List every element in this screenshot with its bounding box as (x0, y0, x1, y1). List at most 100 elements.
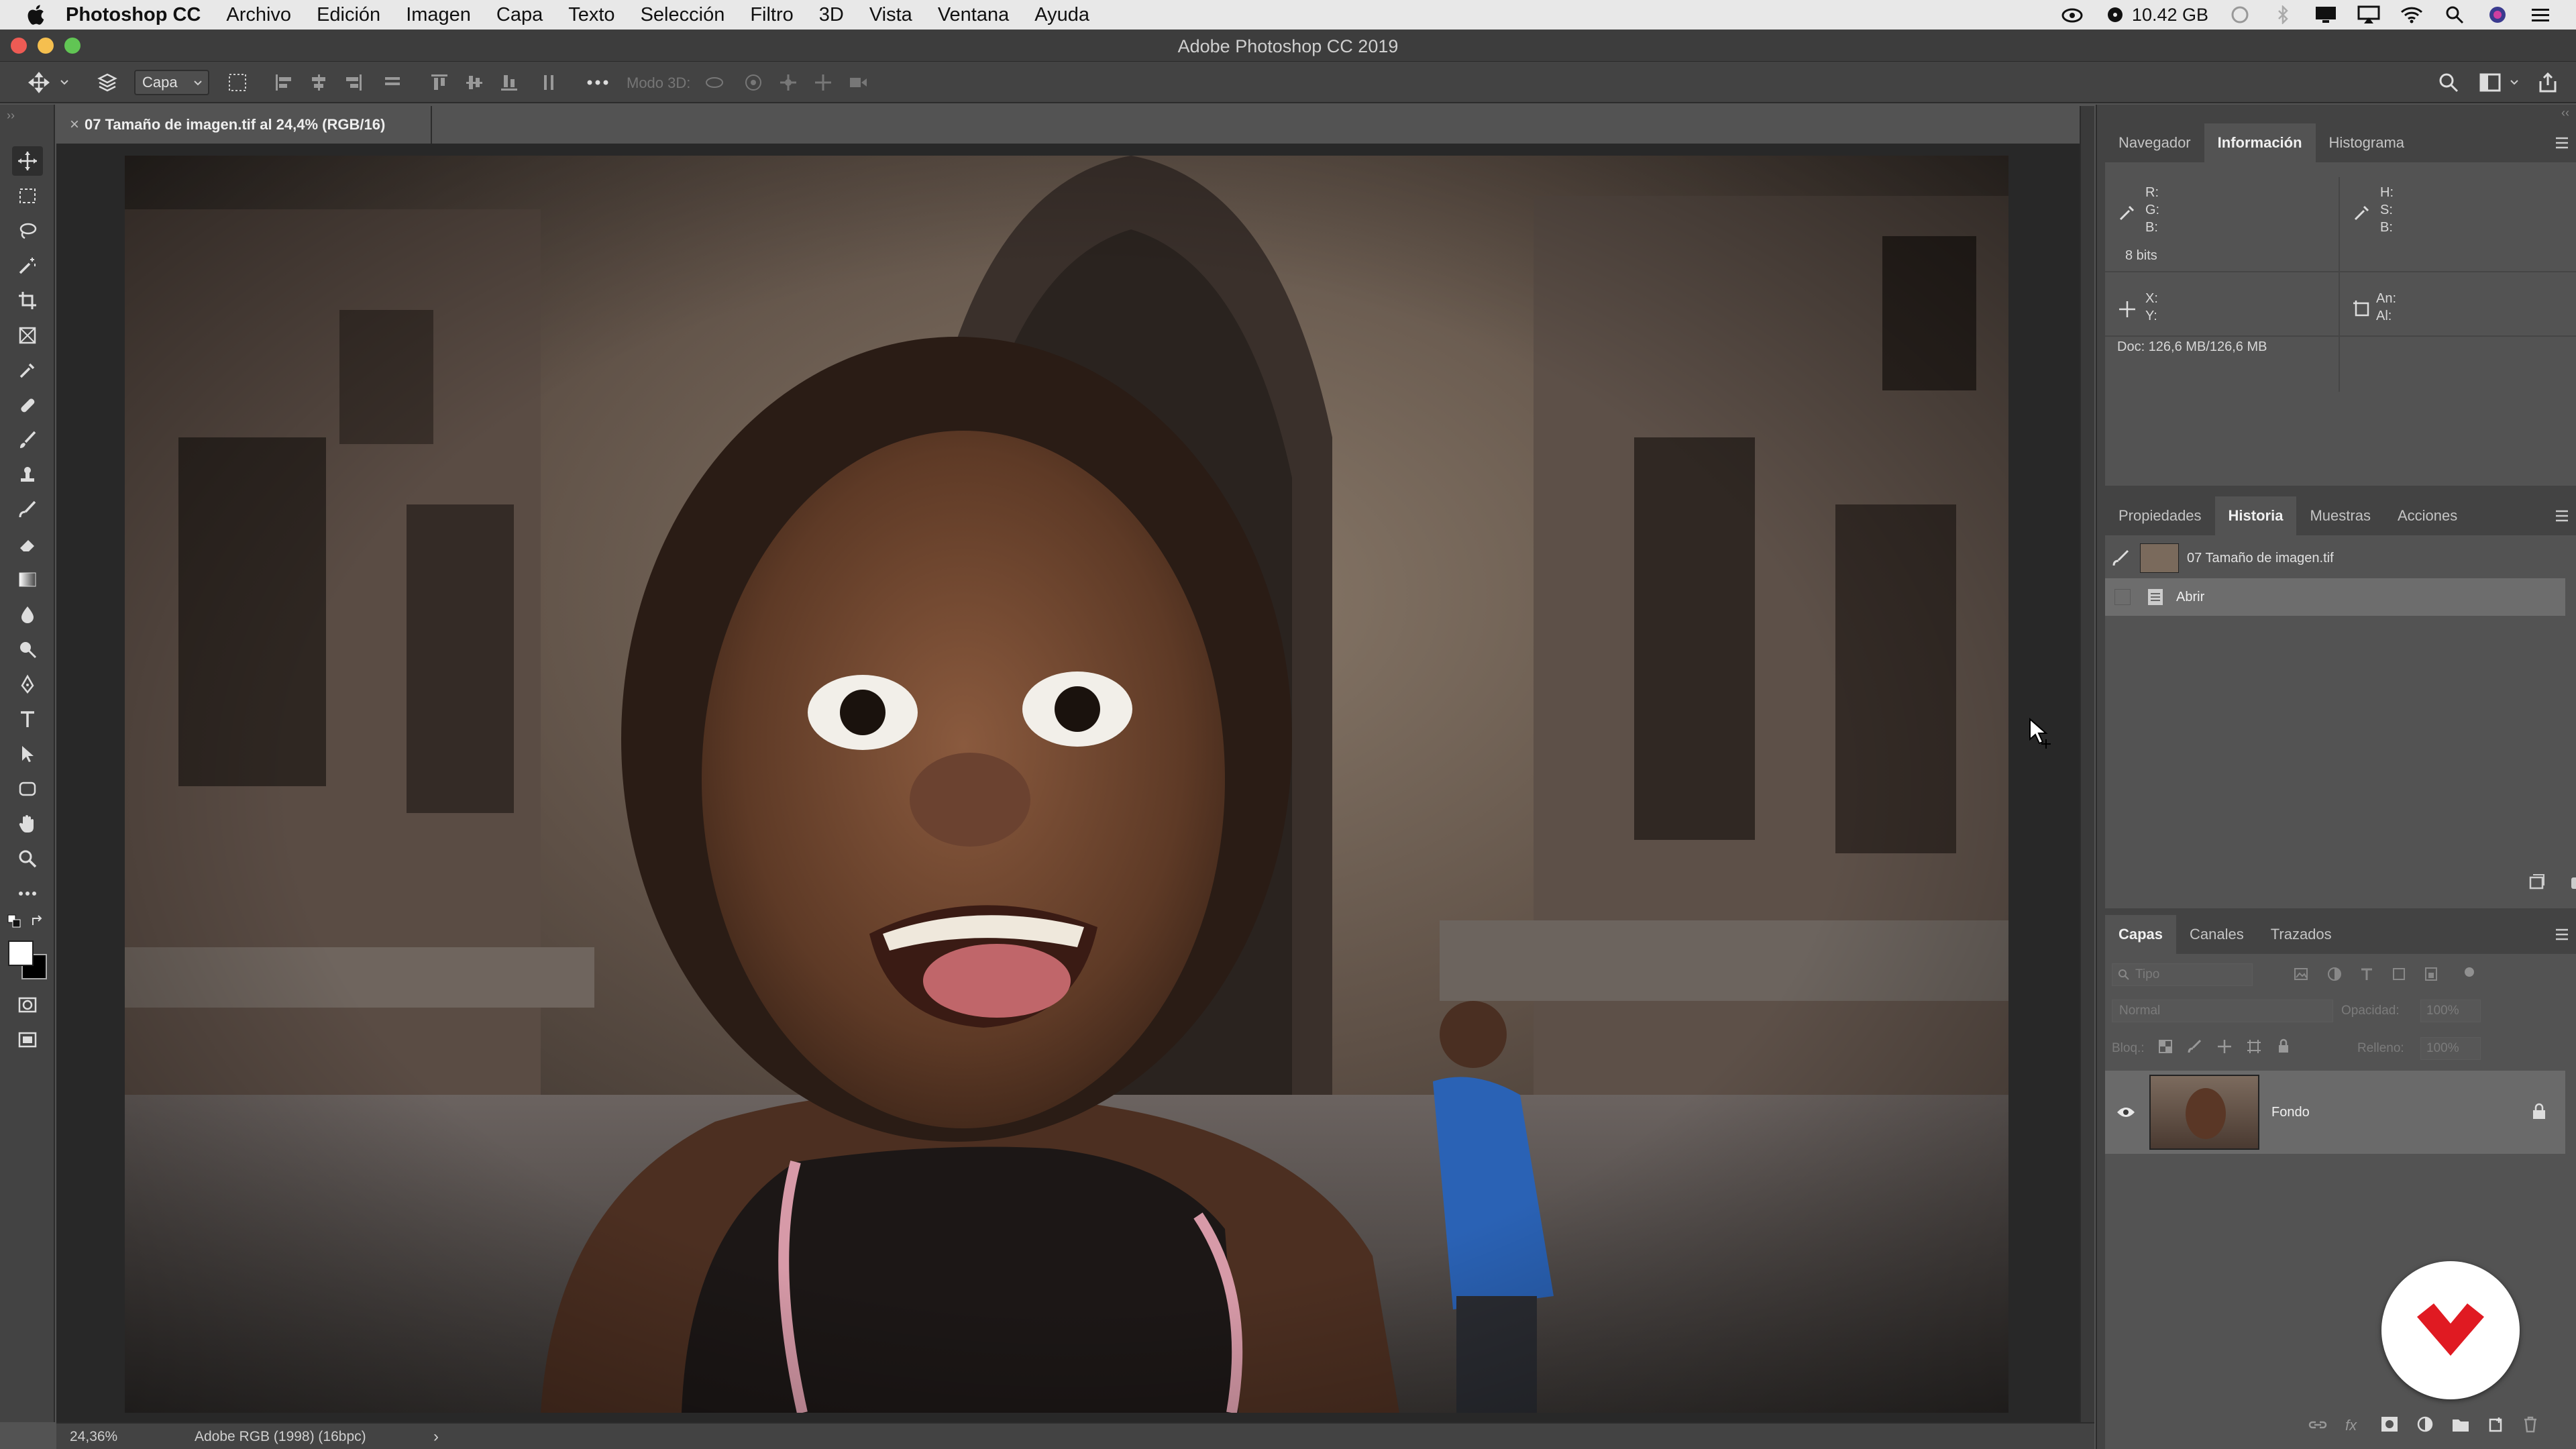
search-icon[interactable] (2435, 72, 2462, 93)
lasso-tool-icon[interactable] (12, 216, 43, 246)
eraser-tool-icon[interactable] (12, 530, 43, 559)
align-left-icon[interactable] (271, 72, 297, 93)
tab-acciones[interactable]: Acciones (2384, 496, 2471, 535)
status-menu-chevron-icon[interactable]: › (433, 1428, 439, 1446)
filter-pixel-icon[interactable] (2293, 966, 2309, 982)
zoom-level[interactable]: 24,36% (70, 1429, 117, 1445)
tab-muestras[interactable]: Muestras (2296, 496, 2383, 535)
bluetooth-icon[interactable] (2271, 5, 2294, 25)
tab-capas[interactable]: Capas (2105, 915, 2177, 954)
menu-archivo[interactable]: Archivo (226, 4, 291, 26)
display-icon[interactable] (2314, 5, 2337, 25)
lock-all-icon[interactable] (2275, 1038, 2292, 1055)
filter-adjustment-icon[interactable] (2326, 966, 2343, 982)
eyedropper-tool-icon[interactable] (12, 356, 43, 385)
menu-seleccion[interactable]: Selección (641, 4, 725, 26)
edit-toolbar-icon[interactable] (12, 879, 43, 908)
new-document-from-state-icon[interactable] (2526, 872, 2546, 892)
disk-icon[interactable] (2104, 5, 2127, 25)
frame-tool-icon[interactable] (12, 321, 43, 350)
new-layer-icon[interactable] (2487, 1415, 2505, 1433)
history-state-row[interactable]: Abrir (2105, 578, 2565, 616)
siri-icon[interactable] (2486, 5, 2509, 25)
menu-texto[interactable]: Texto (568, 4, 614, 26)
vertical-scrollbar[interactable] (2080, 106, 2094, 1422)
spotlight-search-icon[interactable] (2443, 5, 2466, 25)
tab-trazados[interactable]: Trazados (2257, 915, 2345, 954)
notification-center-icon[interactable] (2529, 5, 2552, 25)
menu-edicion[interactable]: Edición (317, 4, 380, 26)
distribute-icon[interactable] (380, 72, 405, 93)
more-options-icon[interactable] (582, 72, 613, 93)
align-horizontal-center-icon[interactable] (306, 72, 331, 93)
crop-tool-icon[interactable] (12, 286, 43, 315)
share-icon[interactable] (2534, 72, 2561, 93)
swap-colors-icon[interactable] (30, 914, 50, 934)
delete-layer-trash-icon[interactable] (2522, 1415, 2538, 1433)
panel-menu-icon[interactable] (2553, 507, 2571, 525)
align-top-icon[interactable] (427, 72, 452, 93)
collapse-arrows-icon[interactable]: ›› (7, 109, 15, 123)
airplay-icon[interactable] (2357, 5, 2380, 25)
menu-vista[interactable]: Vista (869, 4, 912, 26)
brush-tool-icon[interactable] (12, 425, 43, 455)
add-mask-icon[interactable] (2380, 1415, 2399, 1433)
menu-ventana[interactable]: Ventana (938, 4, 1009, 26)
blur-tool-icon[interactable] (12, 600, 43, 629)
lock-artboard-icon[interactable] (2246, 1038, 2262, 1055)
workspace-icon[interactable] (2477, 72, 2504, 93)
type-tool-icon[interactable] (12, 704, 43, 734)
menu-filtro[interactable]: Filtro (750, 4, 793, 26)
rectangle-tool-icon[interactable] (12, 774, 43, 804)
panel-menu-icon[interactable] (2553, 134, 2571, 152)
filter-type-icon[interactable] (2359, 966, 2375, 982)
quick-mask-icon[interactable] (12, 990, 43, 1020)
tab-canales[interactable]: Canales (2176, 915, 2257, 954)
tab-histograma[interactable]: Histograma (2316, 123, 2418, 162)
chevron-down-icon[interactable] (58, 72, 71, 93)
filter-shape-icon[interactable] (2391, 966, 2407, 982)
menu-imagen[interactable]: Imagen (406, 4, 471, 26)
tab-informacion[interactable]: Información (2204, 123, 2316, 162)
pen-tool-icon[interactable] (12, 669, 43, 699)
layer-style-fx-icon[interactable]: fx (2345, 1417, 2357, 1434)
collapse-dock-icon[interactable]: ‹‹ (2561, 106, 2569, 120)
apple-logo-icon[interactable] (24, 3, 46, 27)
foreground-color-swatch-front[interactable] (8, 941, 34, 966)
distribute-vertical-icon[interactable] (537, 72, 562, 93)
marquee-tool-icon[interactable] (12, 181, 43, 211)
opacity-field[interactable]: 100% (2420, 1000, 2481, 1022)
tab-propiedades[interactable]: Propiedades (2105, 496, 2215, 535)
lock-image-pixels-icon[interactable] (2187, 1038, 2203, 1055)
close-document-icon[interactable]: × (64, 115, 85, 134)
move-tool-preset-icon[interactable] (24, 72, 54, 93)
document-tab[interactable]: × 07 Tamaño de imagen.tif al 24,4% (RGB/… (56, 106, 432, 144)
move-tool-icon[interactable] (12, 146, 43, 176)
history-brush-source-icon[interactable] (2112, 549, 2131, 568)
clone-stamp-tool-icon[interactable] (12, 460, 43, 490)
fill-field[interactable]: 100% (2420, 1037, 2481, 1060)
vpn-icon[interactable] (2229, 5, 2251, 25)
gradient-tool-icon[interactable] (12, 565, 43, 594)
wifi-icon[interactable] (2400, 5, 2423, 25)
layer-row[interactable]: Fondo (2105, 1071, 2565, 1154)
camera-snapshot-icon[interactable] (2569, 872, 2576, 892)
lock-transparent-pixels-icon[interactable] (2157, 1038, 2174, 1055)
app-menu-photoshop[interactable]: Photoshop CC (66, 4, 201, 26)
auto-select-icon[interactable] (94, 72, 121, 93)
default-colors-icon[interactable] (7, 914, 27, 934)
panel-menu-icon[interactable] (2553, 926, 2571, 943)
path-selection-tool-icon[interactable] (12, 739, 43, 769)
auto-select-dropdown[interactable]: Capa (134, 70, 209, 95)
eye-visibility-icon[interactable] (2116, 1106, 2136, 1119)
show-transform-controls-icon[interactable] (224, 72, 251, 93)
brand-logo-button[interactable] (2381, 1261, 2520, 1399)
history-source-checkbox[interactable] (2114, 589, 2131, 605)
history-brush-tool-icon[interactable] (12, 495, 43, 525)
align-bottom-icon[interactable] (496, 72, 522, 93)
hand-tool-icon[interactable] (12, 809, 43, 839)
blend-mode-dropdown[interactable]: Normal (2112, 1000, 2333, 1022)
chevron-down-icon[interactable] (2508, 72, 2521, 93)
tab-historia[interactable]: Historia (2214, 496, 2297, 535)
menu-3d[interactable]: 3D (819, 4, 844, 26)
